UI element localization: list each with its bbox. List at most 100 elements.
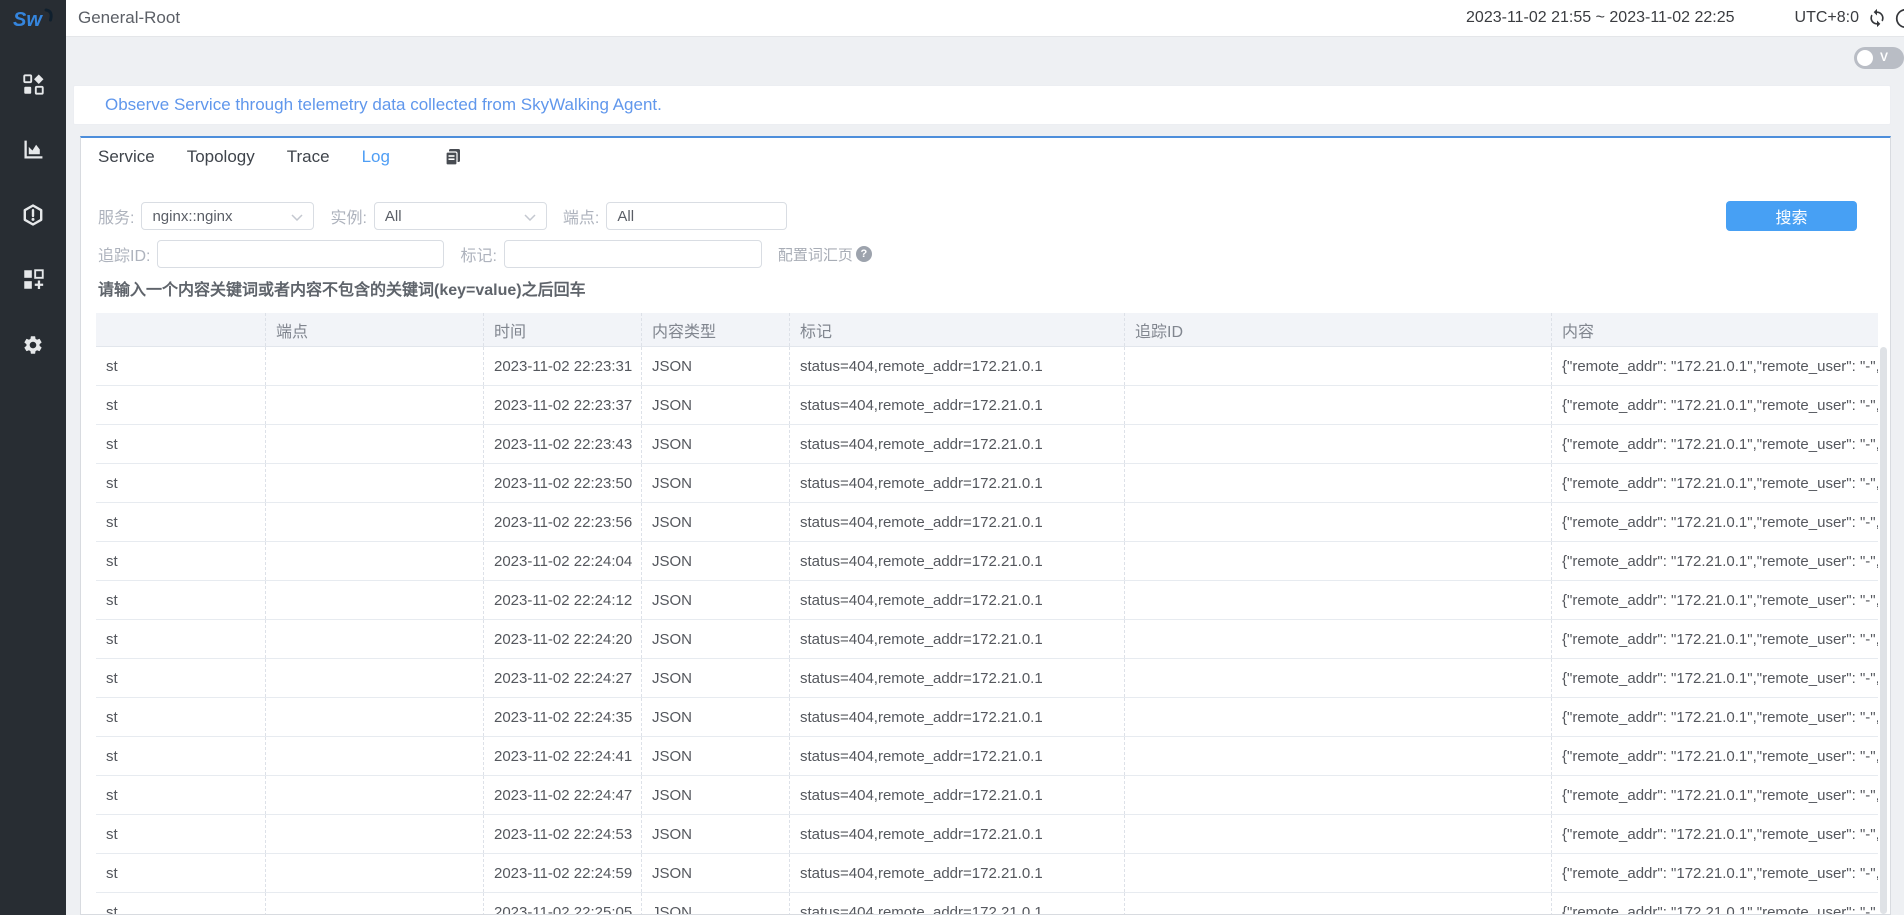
table-row[interactable]: st 2023-11-02 22:25:05 JSON status=404,r… [96,893,1878,915]
cell-trace-id [1125,581,1552,619]
cell-service: st [96,347,266,385]
sidebar-item-metrics[interactable] [21,140,45,164]
log-panel: Service Topology Trace Log 服务: nginx::ng… [80,136,1891,915]
cell-endpoint [266,581,484,619]
col-endpoint: 端点 [266,313,484,346]
table-row[interactable]: st 2023-11-02 22:23:31 JSON status=404,r… [96,347,1878,386]
endpoint-label: 端点: [563,204,599,228]
skywalking-logo[interactable]: Sw [0,0,66,37]
cell-endpoint [266,542,484,580]
cell-content: {"remote_addr": "172.21.0.1","remote_use… [1552,893,1878,915]
trace-id-input[interactable] [157,240,444,268]
search-button[interactable]: 搜索 [1726,201,1857,231]
cell-time: 2023-11-02 22:23:50 [484,464,642,502]
vocabulary-link[interactable]: 配置词汇页 [778,244,853,265]
cell-content-type: JSON [642,659,790,697]
endpoint-input[interactable] [606,202,787,230]
table-row[interactable]: st 2023-11-02 22:24:27 JSON status=404,r… [96,659,1878,698]
col-content-type: 内容类型 [642,313,790,346]
sidebar-item-dashboards[interactable] [21,75,45,99]
instance-select-value: All [385,208,402,225]
cell-time: 2023-11-02 22:24:27 [484,659,642,697]
cell-tags: status=404,remote_addr=172.21.0.1 [790,503,1125,541]
tab-log[interactable]: Log [362,147,390,167]
table-row[interactable]: st 2023-11-02 22:23:50 JSON status=404,r… [96,464,1878,503]
bar-chart-icon [23,139,44,165]
toggle-knob [1857,50,1873,66]
cell-tags: status=404,remote_addr=172.21.0.1 [790,737,1125,775]
cell-service: st [96,386,266,424]
cell-time: 2023-11-02 22:24:47 [484,776,642,814]
table-row[interactable]: st 2023-11-02 22:24:59 JSON status=404,r… [96,854,1878,893]
cell-trace-id [1125,347,1552,385]
cell-time: 2023-11-02 22:24:04 [484,542,642,580]
table-row[interactable]: st 2023-11-02 22:24:41 JSON status=404,r… [96,737,1878,776]
tab-topology[interactable]: Topology [187,147,255,167]
cell-content: {"remote_addr": "172.21.0.1","remote_use… [1552,542,1878,580]
page-title: General-Root [78,8,180,28]
cell-trace-id [1125,386,1552,424]
cell-endpoint [266,503,484,541]
tab-service[interactable]: Service [98,147,155,167]
instance-label: 实例: [330,204,366,228]
trace-id-label: 追踪ID: [98,242,150,266]
sidebar-item-marketplace[interactable] [21,270,45,294]
cell-trace-id [1125,620,1552,658]
cell-trace-id [1125,815,1552,853]
version-toggle[interactable]: V [1854,47,1904,69]
cell-trace-id [1125,542,1552,580]
table-scrollbar[interactable] [1880,347,1887,914]
info-icon[interactable] [1895,8,1904,29]
time-range-picker[interactable]: 2023-11-02 21:55 ~ 2023-11-02 22:25 [1466,9,1735,27]
cell-trace-id [1125,698,1552,736]
table-row[interactable]: st 2023-11-02 22:24:04 JSON status=404,r… [96,542,1878,581]
cell-content: {"remote_addr": "172.21.0.1","remote_use… [1552,386,1878,424]
table-row[interactable]: st 2023-11-02 22:24:47 JSON status=404,r… [96,776,1878,815]
endpoint-input-field[interactable] [617,208,776,225]
cell-content-type: JSON [642,776,790,814]
cell-content-type: JSON [642,698,790,736]
cell-tags: status=404,remote_addr=172.21.0.1 [790,815,1125,853]
cell-time: 2023-11-02 22:24:59 [484,854,642,892]
table-body: st 2023-11-02 22:23:31 JSON status=404,r… [96,347,1878,915]
cell-trace-id [1125,854,1552,892]
cell-tags: status=404,remote_addr=172.21.0.1 [790,854,1125,892]
sidebar-item-settings[interactable] [21,335,45,359]
table-row[interactable]: st 2023-11-02 22:24:53 JSON status=404,r… [96,815,1878,854]
table-row[interactable]: st 2023-11-02 22:23:56 JSON status=404,r… [96,503,1878,542]
cell-time: 2023-11-02 22:24:12 [484,581,642,619]
cell-trace-id [1125,737,1552,775]
cell-tags: status=404,remote_addr=172.21.0.1 [790,893,1125,915]
table-row[interactable]: st 2023-11-02 22:24:35 JSON status=404,r… [96,698,1878,737]
question-circle-icon[interactable]: ? [856,246,872,262]
table-row[interactable]: st 2023-11-02 22:24:20 JSON status=404,r… [96,620,1878,659]
cell-endpoint [266,815,484,853]
cell-endpoint [266,776,484,814]
refresh-icon[interactable] [1867,8,1887,28]
tags-input[interactable] [504,240,762,268]
copy-document-icon[interactable] [444,148,462,166]
service-select[interactable]: nginx::nginx [141,202,314,230]
cell-endpoint [266,347,484,385]
trace-id-input-field[interactable] [168,246,433,263]
cell-content-type: JSON [642,386,790,424]
table-row[interactable]: st 2023-11-02 22:24:12 JSON status=404,r… [96,581,1878,620]
filter-row-secondary: 追踪ID: 标记: 配置词汇页 ? [98,240,872,268]
cell-tags: status=404,remote_addr=172.21.0.1 [790,425,1125,463]
cell-endpoint [266,425,484,463]
col-content: 内容 [1552,313,1878,346]
sidebar: Sw [0,0,66,915]
table-row[interactable]: st 2023-11-02 22:23:43 JSON status=404,r… [96,425,1878,464]
tab-trace[interactable]: Trace [287,147,330,167]
notice-text: Observe Service through telemetry data c… [105,95,662,115]
cell-content: {"remote_addr": "172.21.0.1","remote_use… [1552,815,1878,853]
cell-tags: status=404,remote_addr=172.21.0.1 [790,620,1125,658]
cell-content-type: JSON [642,425,790,463]
grid-plus-icon [23,269,44,295]
sidebar-item-alerting[interactable] [21,205,45,229]
tags-label: 标记: [460,242,496,266]
table-row[interactable]: st 2023-11-02 22:23:37 JSON status=404,r… [96,386,1878,425]
instance-select[interactable]: All [374,202,547,230]
dashboard-grid-icon [23,74,44,100]
tags-input-field[interactable] [515,246,751,263]
